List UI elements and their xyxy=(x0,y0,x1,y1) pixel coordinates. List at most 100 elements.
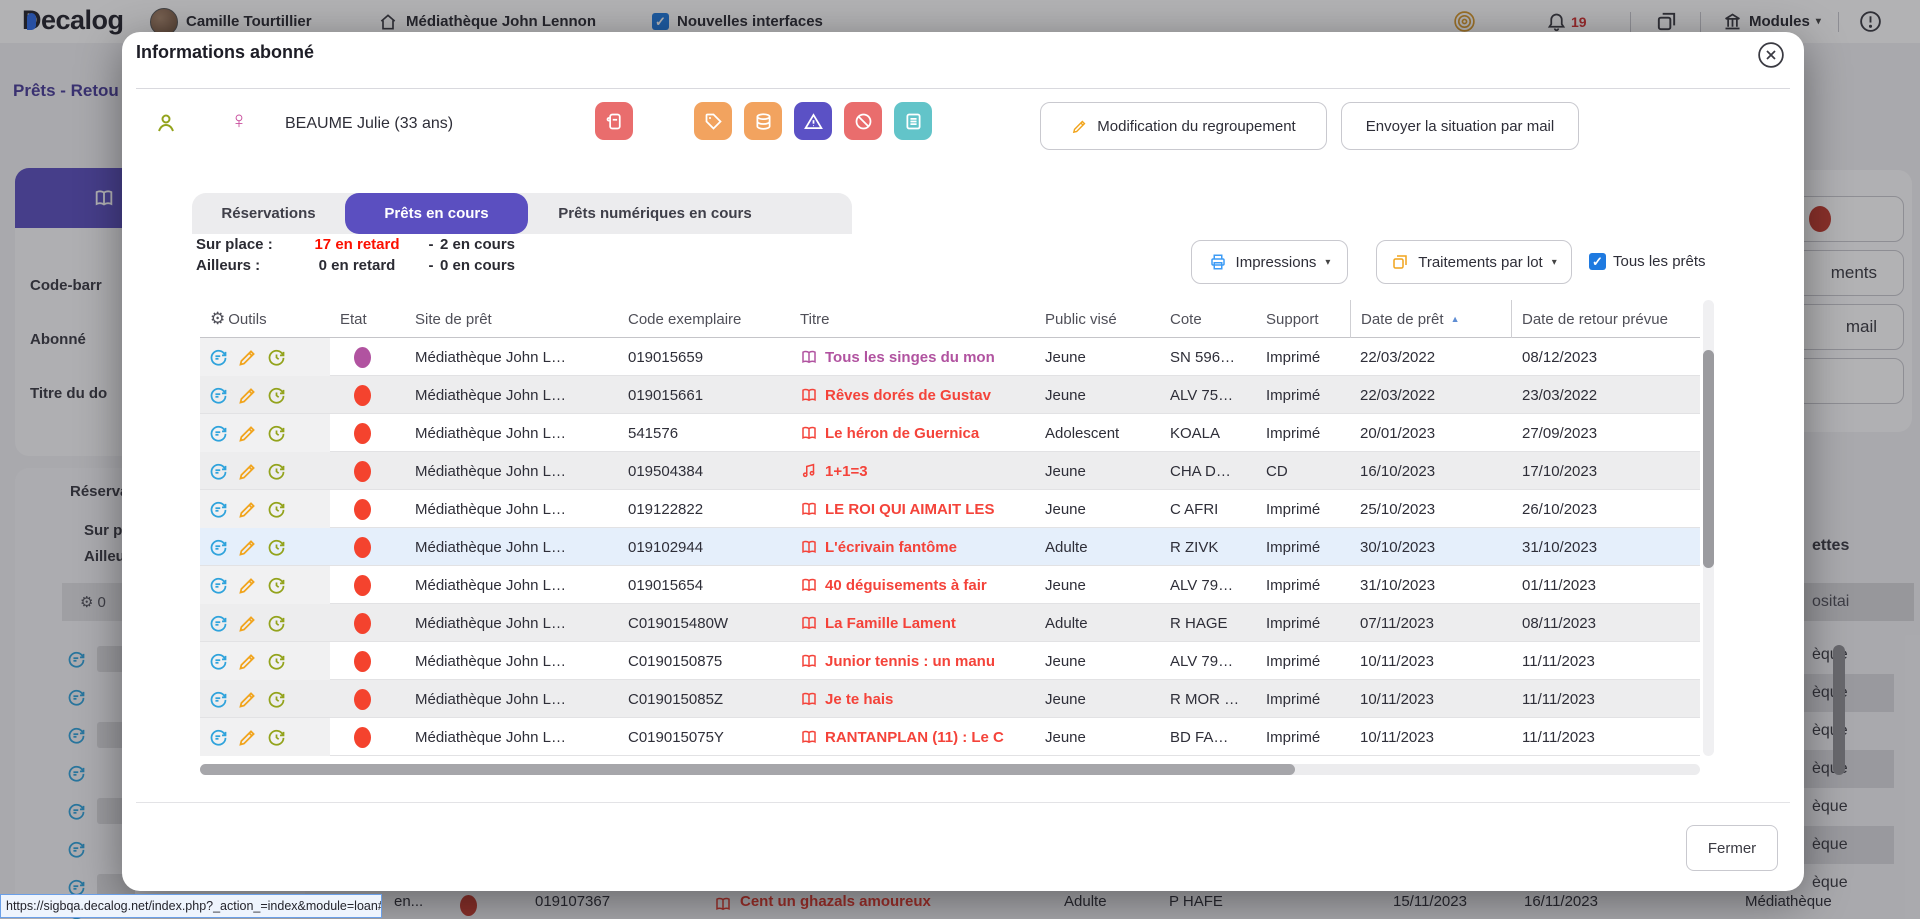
edit-icon[interactable] xyxy=(237,423,258,444)
header-support[interactable]: Support xyxy=(1256,311,1350,328)
edit-icon[interactable] xyxy=(237,537,258,558)
table-row[interactable]: Médiathèque John L…019015661Rêves dorés … xyxy=(200,376,1700,414)
table-row[interactable]: Médiathèque John L…C019015075YRANTANPLAN… xyxy=(200,718,1700,756)
header-etat[interactable]: Etat xyxy=(330,311,405,328)
situation-icon[interactable] xyxy=(208,499,229,520)
edit-icon[interactable] xyxy=(237,347,258,368)
batch-actions-button[interactable]: Traitements par lot ▾ xyxy=(1376,240,1572,284)
renew-icon[interactable] xyxy=(266,689,287,710)
cell-public: Jeune xyxy=(1035,501,1160,518)
cell-cote: ALV 75… xyxy=(1160,387,1256,404)
table-row[interactable]: Médiathèque John L…019015659Tous les sin… xyxy=(200,338,1700,376)
edit-icon[interactable] xyxy=(237,613,258,634)
renew-icon[interactable] xyxy=(266,575,287,596)
send-situation-mail-button[interactable]: Envoyer la situation par mail xyxy=(1341,102,1579,150)
situation-icon[interactable] xyxy=(208,347,229,368)
cell-support: Imprimé xyxy=(1256,729,1350,746)
renew-icon[interactable] xyxy=(266,461,287,482)
situation-icon[interactable] xyxy=(208,689,229,710)
table-row[interactable]: Médiathèque John L…C0190150875Junior ten… xyxy=(200,642,1700,680)
cell-titre[interactable]: Rêves dorés de Gustav xyxy=(790,386,1035,404)
notes-icon[interactable] xyxy=(894,102,932,140)
renew-icon[interactable] xyxy=(266,613,287,634)
cell-titre[interactable]: LE ROI QUI AIMAIT LES xyxy=(790,500,1035,518)
blocked-icon[interactable] xyxy=(844,102,882,140)
cell-titre[interactable]: 1+1=3 xyxy=(790,462,1035,480)
situation-icon[interactable] xyxy=(208,461,229,482)
table-row[interactable]: Médiathèque John L…C019015480WLa Famille… xyxy=(200,604,1700,642)
table-vertical-scrollbar[interactable] xyxy=(1703,300,1714,756)
cell-site: Médiathèque John L… xyxy=(405,349,618,366)
fermer-button[interactable]: Fermer xyxy=(1686,825,1778,871)
receipt-icon[interactable] xyxy=(595,102,633,140)
renew-icon[interactable] xyxy=(266,537,287,558)
renew-icon[interactable] xyxy=(266,727,287,748)
all-loans-checkbox[interactable]: ✓ xyxy=(1589,253,1606,270)
cell-titre[interactable]: La Famille Lament xyxy=(790,614,1035,632)
cell-titre[interactable]: Tous les singes du mon xyxy=(790,348,1035,366)
cell-titre[interactable]: RANTANPLAN (11) : Le C xyxy=(790,728,1035,746)
situation-icon[interactable] xyxy=(208,651,229,672)
close-icon[interactable] xyxy=(1756,40,1790,74)
renew-icon[interactable] xyxy=(266,499,287,520)
edit-icon[interactable] xyxy=(237,385,258,406)
cell-date-retour: 26/10/2023 xyxy=(1512,501,1700,518)
table-row[interactable]: Médiathèque John L…019122822LE ROI QUI A… xyxy=(200,490,1700,528)
tag-heart-icon[interactable] xyxy=(694,102,732,140)
renew-icon[interactable] xyxy=(266,385,287,406)
scrollbar-thumb[interactable] xyxy=(1703,350,1714,568)
cell-titre[interactable]: Je te hais xyxy=(790,690,1035,708)
modify-grouping-button[interactable]: Modification du regroupement xyxy=(1040,102,1327,150)
all-loans-toggle[interactable]: ✓ Tous les prêts xyxy=(1589,253,1706,270)
collection-icon[interactable] xyxy=(744,102,782,140)
cell-titre[interactable]: Junior tennis : un manu xyxy=(790,652,1035,670)
cell-code: 019504384 xyxy=(618,463,790,480)
scrollbar-thumb[interactable] xyxy=(200,764,1295,775)
situation-icon[interactable] xyxy=(208,727,229,748)
renew-icon[interactable] xyxy=(266,347,287,368)
cell-titre[interactable]: Le héron de Guernica xyxy=(790,424,1035,442)
tab-reservations[interactable]: Réservations xyxy=(192,193,345,234)
situation-icon[interactable] xyxy=(208,575,229,596)
header-date-retour[interactable]: Date de retour prévue xyxy=(1512,311,1700,328)
cell-outils xyxy=(200,642,330,680)
situation-icon[interactable] xyxy=(208,385,229,406)
header-public[interactable]: Public visé xyxy=(1035,311,1160,328)
table-row[interactable]: Médiathèque John L…541576Le héron de Gue… xyxy=(200,414,1700,452)
cell-titre[interactable]: L'écrivain fantôme xyxy=(790,538,1035,556)
renew-icon[interactable] xyxy=(266,651,287,672)
edit-icon[interactable] xyxy=(237,499,258,520)
edit-icon[interactable] xyxy=(237,727,258,748)
table-row[interactable]: Médiathèque John L…019102944L'écrivain f… xyxy=(200,528,1700,566)
warning-icon[interactable] xyxy=(794,102,832,140)
table-horizontal-scrollbar[interactable] xyxy=(200,764,1700,775)
table-row[interactable]: Médiathèque John L…01901565440 déguiseme… xyxy=(200,566,1700,604)
sort-asc-icon: ▲ xyxy=(1451,314,1460,324)
header-site[interactable]: Site de prêt xyxy=(405,311,618,328)
renew-icon[interactable] xyxy=(266,423,287,444)
edit-icon[interactable] xyxy=(237,575,258,596)
cell-date-retour: 23/03/2022 xyxy=(1512,387,1700,404)
impressions-button[interactable]: Impressions ▾ xyxy=(1191,240,1348,284)
cell-titre[interactable]: 40 déguisements à fair xyxy=(790,576,1035,594)
table-row[interactable]: Médiathèque John L…C019015085ZJe te hais… xyxy=(200,680,1700,718)
tab-prets-en-cours[interactable]: Prêts en cours xyxy=(345,193,528,234)
header-outils[interactable]: ⚙Outils xyxy=(200,309,330,329)
tab-prets-numeriques[interactable]: Prêts numériques en cours xyxy=(528,193,782,234)
summary-line2-late: 0 en retard xyxy=(292,257,422,274)
header-date-pret[interactable]: Date de prêt▲ xyxy=(1350,300,1512,338)
status-dot xyxy=(354,613,371,634)
cell-site: Médiathèque John L… xyxy=(405,691,618,708)
book-icon xyxy=(800,614,818,632)
edit-icon[interactable] xyxy=(237,461,258,482)
header-titre[interactable]: Titre xyxy=(790,311,1035,328)
header-code[interactable]: Code exemplaire xyxy=(618,311,790,328)
situation-icon[interactable] xyxy=(208,613,229,634)
situation-icon[interactable] xyxy=(208,423,229,444)
header-cote[interactable]: Cote xyxy=(1160,311,1256,328)
document-title: Le héron de Guernica xyxy=(825,425,979,442)
edit-icon[interactable] xyxy=(237,689,258,710)
situation-icon[interactable] xyxy=(208,537,229,558)
table-row[interactable]: Médiathèque John L…0195043841+1=3JeuneCH… xyxy=(200,452,1700,490)
edit-icon[interactable] xyxy=(237,651,258,672)
